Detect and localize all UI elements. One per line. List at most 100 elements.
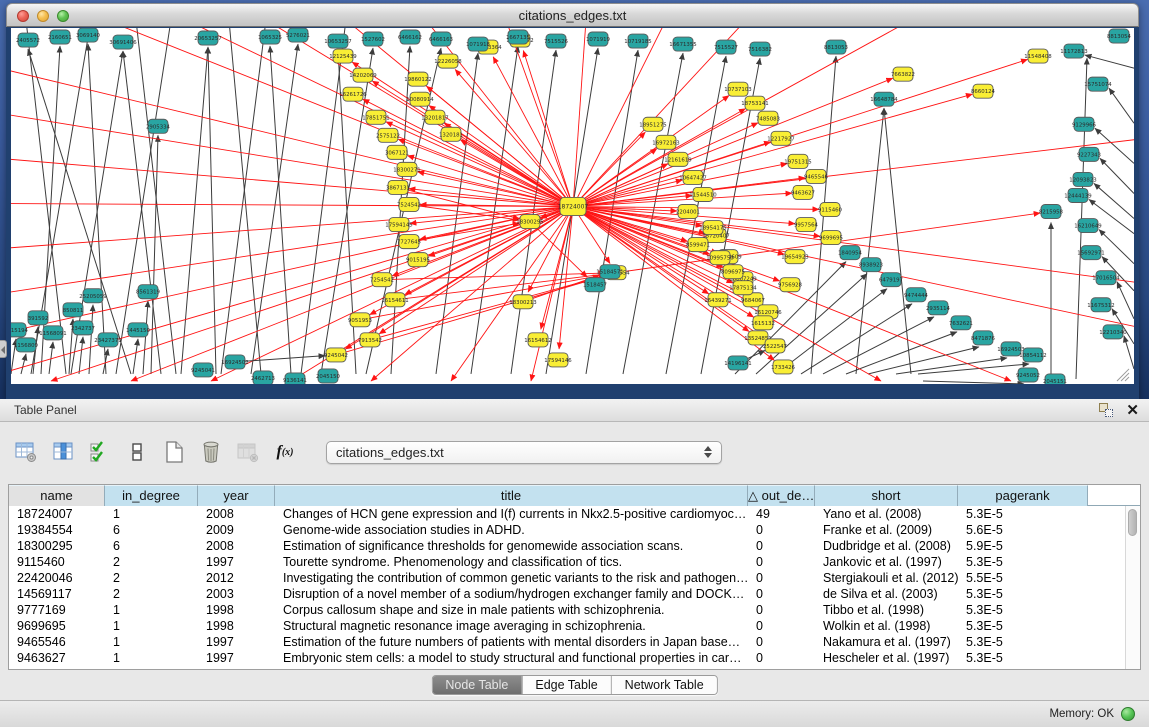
table-cell: 9465546 [9, 634, 105, 650]
select-all-icon[interactable] [88, 439, 112, 465]
table-row[interactable]: 1872400712008Changes of HCN gene express… [9, 506, 1140, 522]
graph-node-label: 7485083 [756, 116, 780, 122]
table-cell: Structural magnetic resonance image aver… [275, 618, 748, 634]
delete-table-icon[interactable] [236, 439, 260, 465]
table-cell: 6 [105, 522, 198, 538]
graph-node-label: 12226058 [434, 59, 462, 65]
graph-node-label: 12161619 [664, 157, 692, 163]
table-cell: 1 [105, 634, 198, 650]
graph-node-label: 11548408 [1024, 54, 1052, 60]
table-row[interactable]: 969969511998Structural magnetic resonanc… [9, 618, 1140, 634]
table-row[interactable]: 911546021997Tourette syndrome. Phenomeno… [9, 554, 1140, 570]
graph-node-label: 12093823 [1069, 177, 1096, 183]
graph-node-label: 18300295 [516, 220, 543, 226]
graph-node-label: 9756928 [778, 283, 803, 289]
network-window-frame: 1872400719384554183002951572040710688609… [6, 27, 1139, 399]
cytoscape-screen: citations_edges.txt 1 [0, 0, 1149, 727]
table-cell: 5.3E-5 [958, 650, 1088, 666]
table-cell: 5.3E-5 [958, 586, 1088, 602]
graph-node-label: 8096975 [721, 270, 745, 276]
graph-node-label: 17016504 [1092, 276, 1120, 282]
graph-node-label: 9463627 [791, 190, 815, 196]
table-row[interactable]: 1456911722003Disruption of a novel membe… [9, 586, 1140, 602]
table-row[interactable]: 977716911998Corpus callosum shape and si… [9, 602, 1140, 618]
column-header-in_degree[interactable]: in_degree [105, 485, 198, 506]
graph-node-label: 17594146 [544, 358, 572, 364]
table-toolbar: f(x) citations_edges.txt [14, 435, 722, 469]
graph-node-label: 18724007 [558, 204, 589, 211]
table-panel-title: Table Panel [0, 403, 77, 417]
rows-icon[interactable] [125, 439, 149, 465]
table-cell: Changes of HCN gene expression and I(f) … [275, 506, 748, 522]
select-columns-icon[interactable] [51, 439, 75, 465]
table-cell: 49 [748, 506, 815, 522]
graph-node-label: 1733426 [771, 365, 796, 371]
tab-edge-table[interactable]: Edge Table [521, 676, 610, 694]
graph-node-label: 2204001 [676, 210, 700, 216]
table-settings-icon[interactable] [14, 439, 38, 465]
table-row[interactable]: 2242004622012Investigating the contribut… [9, 570, 1140, 586]
graph-node-label: 7663822 [891, 72, 915, 78]
status-bar: Memory: OK [0, 700, 1149, 727]
graph-node-label: 6466162 [398, 35, 422, 41]
graph-node-label: 9245041 [191, 368, 215, 374]
tab-node-table[interactable]: Node Table [432, 676, 521, 694]
tab-network-table[interactable]: Network Table [611, 676, 717, 694]
table-cell: Corpus callosum shape and size in male p… [275, 602, 748, 618]
table-selector-dropdown[interactable]: citations_edges.txt [326, 441, 722, 464]
table-cell: Estimation of significance thresholds fo… [275, 538, 748, 554]
memory-status-label: Memory: OK [1049, 708, 1114, 720]
table-row[interactable]: 1938455462009Genome-wide association stu… [9, 522, 1140, 538]
table-cell: 9115460 [9, 554, 105, 570]
graph-node-label: 2905334 [146, 124, 171, 130]
table-row[interactable]: 946554611997Estimation of the future num… [9, 634, 1140, 650]
table-cell: 1 [105, 650, 198, 666]
column-header-out_de[interactable]: △ out_de… [748, 485, 815, 506]
graph-node-label: 1615132 [751, 321, 775, 327]
network-canvas[interactable]: 1872400719384554183002951572040710688609… [11, 28, 1134, 384]
graph-node-label: 11544510 [689, 192, 717, 198]
splitter-handle[interactable] [0, 340, 7, 358]
graph-node-label: 9115460 [818, 208, 843, 214]
table-cell: 1997 [198, 650, 275, 666]
graph-node-label: 8215958 [1039, 210, 1064, 216]
column-header-title[interactable]: title [275, 485, 748, 506]
graph-node-label: 7254542 [370, 278, 394, 284]
network-window-titlebar[interactable]: citations_edges.txt [6, 3, 1139, 27]
table-cell: Disruption of a novel member of a sodium… [275, 586, 748, 602]
memory-status-indicator-icon[interactable] [1121, 707, 1135, 721]
graph-node-label: 12125439 [329, 54, 357, 60]
graph-node-label: 11172813 [1060, 49, 1087, 55]
network-window-title: citations_edges.txt [7, 4, 1138, 27]
table-cell: 2 [105, 570, 198, 586]
graph-node-label: 2405572 [16, 38, 40, 44]
new-table-icon[interactable] [162, 439, 186, 465]
column-header-short[interactable]: short [815, 485, 958, 506]
column-header-year[interactable]: year [198, 485, 275, 506]
delete-icon[interactable] [199, 439, 223, 465]
close-panel-icon[interactable]: ✕ [1126, 403, 1139, 418]
table-cell: 18300295 [9, 538, 105, 554]
table-cell: Nakamura et al. (1997) [815, 634, 958, 650]
float-window-icon[interactable] [1098, 402, 1114, 418]
function-builder-icon[interactable]: f(x) [273, 439, 297, 465]
graph-node-label: 13201817 [421, 115, 448, 121]
graph-node-label: 1445150 [126, 328, 151, 334]
table-row[interactable]: 946362711997Embryonic stem cells: a mode… [9, 650, 1140, 666]
column-header-pagerank[interactable]: pagerank [958, 485, 1088, 506]
graph-node-label: 2342737 [71, 326, 95, 332]
graph-node-label: 10737103 [724, 87, 751, 93]
table-cell: Franke et al. (2009) [815, 522, 958, 538]
table-cell: 2 [105, 586, 198, 602]
graph-node-label: 2045150 [316, 374, 341, 380]
scrollbar-thumb[interactable] [1128, 509, 1137, 536]
graph-node-label: 1156809 [14, 343, 39, 349]
table-vertical-scrollbar[interactable] [1125, 506, 1140, 669]
graph-node-label: 5276021 [286, 33, 310, 39]
column-header-name[interactable]: name [9, 485, 105, 506]
table-row[interactable]: 1830029562008Estimation of significance … [9, 538, 1140, 554]
resize-grip-icon[interactable] [1117, 369, 1129, 381]
graph-node-label: 18300213 [509, 300, 536, 306]
graph-node-label: 10647427 [679, 175, 706, 181]
graph-node-label: 8813053 [824, 45, 848, 51]
